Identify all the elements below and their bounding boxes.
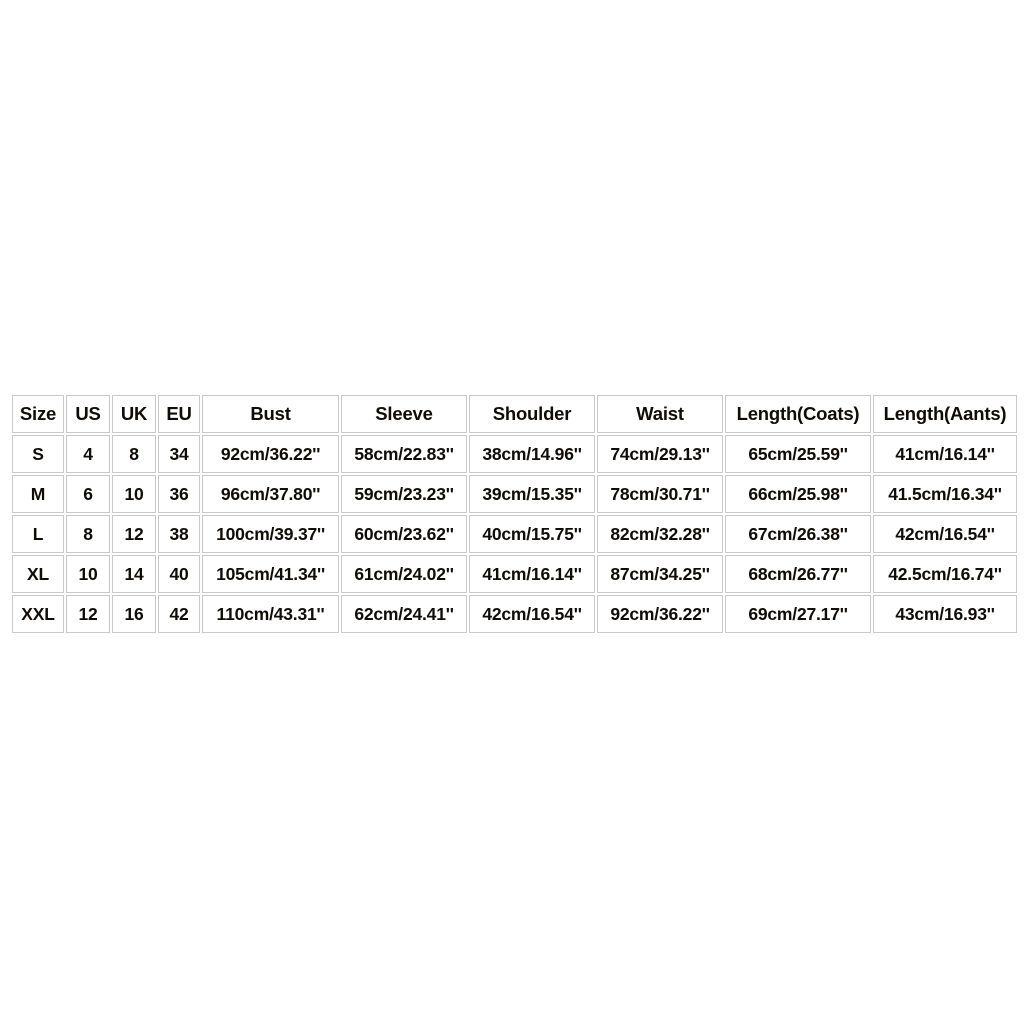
cell-uk: 10 bbox=[112, 475, 156, 513]
column-header-uk: UK bbox=[112, 395, 156, 433]
cell-shoulder: 38cm/14.96'' bbox=[469, 435, 595, 473]
cell-uk: 14 bbox=[112, 555, 156, 593]
cell-length-coats: 66cm/25.98'' bbox=[725, 475, 871, 513]
cell-bust: 110cm/43.31'' bbox=[202, 595, 339, 633]
cell-eu: 42 bbox=[158, 595, 200, 633]
size-chart-container: Size US UK EU Bust Sleeve Shoulder Waist… bbox=[10, 393, 1019, 635]
cell-size: L bbox=[12, 515, 64, 553]
cell-sleeve: 59cm/23.23'' bbox=[341, 475, 467, 513]
cell-eu: 34 bbox=[158, 435, 200, 473]
column-header-shoulder: Shoulder bbox=[469, 395, 595, 433]
cell-length-pants: 43cm/16.93'' bbox=[873, 595, 1017, 633]
cell-eu: 38 bbox=[158, 515, 200, 553]
cell-length-coats: 69cm/27.17'' bbox=[725, 595, 871, 633]
column-header-size: Size bbox=[12, 395, 64, 433]
cell-waist: 74cm/29.13'' bbox=[597, 435, 723, 473]
column-header-length-pants: Length(Aants) bbox=[873, 395, 1017, 433]
cell-length-coats: 68cm/26.77'' bbox=[725, 555, 871, 593]
cell-sleeve: 58cm/22.83'' bbox=[341, 435, 467, 473]
table-row: XXL 12 16 42 110cm/43.31'' 62cm/24.41'' … bbox=[12, 595, 1017, 633]
cell-waist: 82cm/32.28'' bbox=[597, 515, 723, 553]
cell-size: XL bbox=[12, 555, 64, 593]
cell-bust: 105cm/41.34'' bbox=[202, 555, 339, 593]
cell-length-pants: 42.5cm/16.74'' bbox=[873, 555, 1017, 593]
cell-sleeve: 60cm/23.62'' bbox=[341, 515, 467, 553]
size-chart-table: Size US UK EU Bust Sleeve Shoulder Waist… bbox=[10, 393, 1019, 635]
cell-waist: 78cm/30.71'' bbox=[597, 475, 723, 513]
cell-us: 4 bbox=[66, 435, 110, 473]
column-header-us: US bbox=[66, 395, 110, 433]
column-header-length-coats: Length(Coats) bbox=[725, 395, 871, 433]
cell-us: 10 bbox=[66, 555, 110, 593]
cell-shoulder: 41cm/16.14'' bbox=[469, 555, 595, 593]
cell-bust: 100cm/39.37'' bbox=[202, 515, 339, 553]
cell-length-pants: 41.5cm/16.34'' bbox=[873, 475, 1017, 513]
cell-us: 12 bbox=[66, 595, 110, 633]
cell-us: 6 bbox=[66, 475, 110, 513]
cell-size: S bbox=[12, 435, 64, 473]
cell-uk: 12 bbox=[112, 515, 156, 553]
column-header-waist: Waist bbox=[597, 395, 723, 433]
table-row: S 4 8 34 92cm/36.22'' 58cm/22.83'' 38cm/… bbox=[12, 435, 1017, 473]
cell-length-coats: 67cm/26.38'' bbox=[725, 515, 871, 553]
cell-length-coats: 65cm/25.59'' bbox=[725, 435, 871, 473]
cell-waist: 92cm/36.22'' bbox=[597, 595, 723, 633]
cell-shoulder: 40cm/15.75'' bbox=[469, 515, 595, 553]
column-header-sleeve: Sleeve bbox=[341, 395, 467, 433]
cell-size: XXL bbox=[12, 595, 64, 633]
table-row: M 6 10 36 96cm/37.80'' 59cm/23.23'' 39cm… bbox=[12, 475, 1017, 513]
column-header-bust: Bust bbox=[202, 395, 339, 433]
cell-bust: 96cm/37.80'' bbox=[202, 475, 339, 513]
cell-waist: 87cm/34.25'' bbox=[597, 555, 723, 593]
cell-size: M bbox=[12, 475, 64, 513]
column-header-eu: EU bbox=[158, 395, 200, 433]
cell-us: 8 bbox=[66, 515, 110, 553]
table-row: XL 10 14 40 105cm/41.34'' 61cm/24.02'' 4… bbox=[12, 555, 1017, 593]
cell-sleeve: 62cm/24.41'' bbox=[341, 595, 467, 633]
cell-length-pants: 41cm/16.14'' bbox=[873, 435, 1017, 473]
cell-sleeve: 61cm/24.02'' bbox=[341, 555, 467, 593]
cell-shoulder: 39cm/15.35'' bbox=[469, 475, 595, 513]
cell-eu: 36 bbox=[158, 475, 200, 513]
cell-length-pants: 42cm/16.54'' bbox=[873, 515, 1017, 553]
cell-eu: 40 bbox=[158, 555, 200, 593]
cell-uk: 16 bbox=[112, 595, 156, 633]
table-row: L 8 12 38 100cm/39.37'' 60cm/23.62'' 40c… bbox=[12, 515, 1017, 553]
cell-shoulder: 42cm/16.54'' bbox=[469, 595, 595, 633]
cell-uk: 8 bbox=[112, 435, 156, 473]
cell-bust: 92cm/36.22'' bbox=[202, 435, 339, 473]
table-header-row: Size US UK EU Bust Sleeve Shoulder Waist… bbox=[12, 395, 1017, 433]
